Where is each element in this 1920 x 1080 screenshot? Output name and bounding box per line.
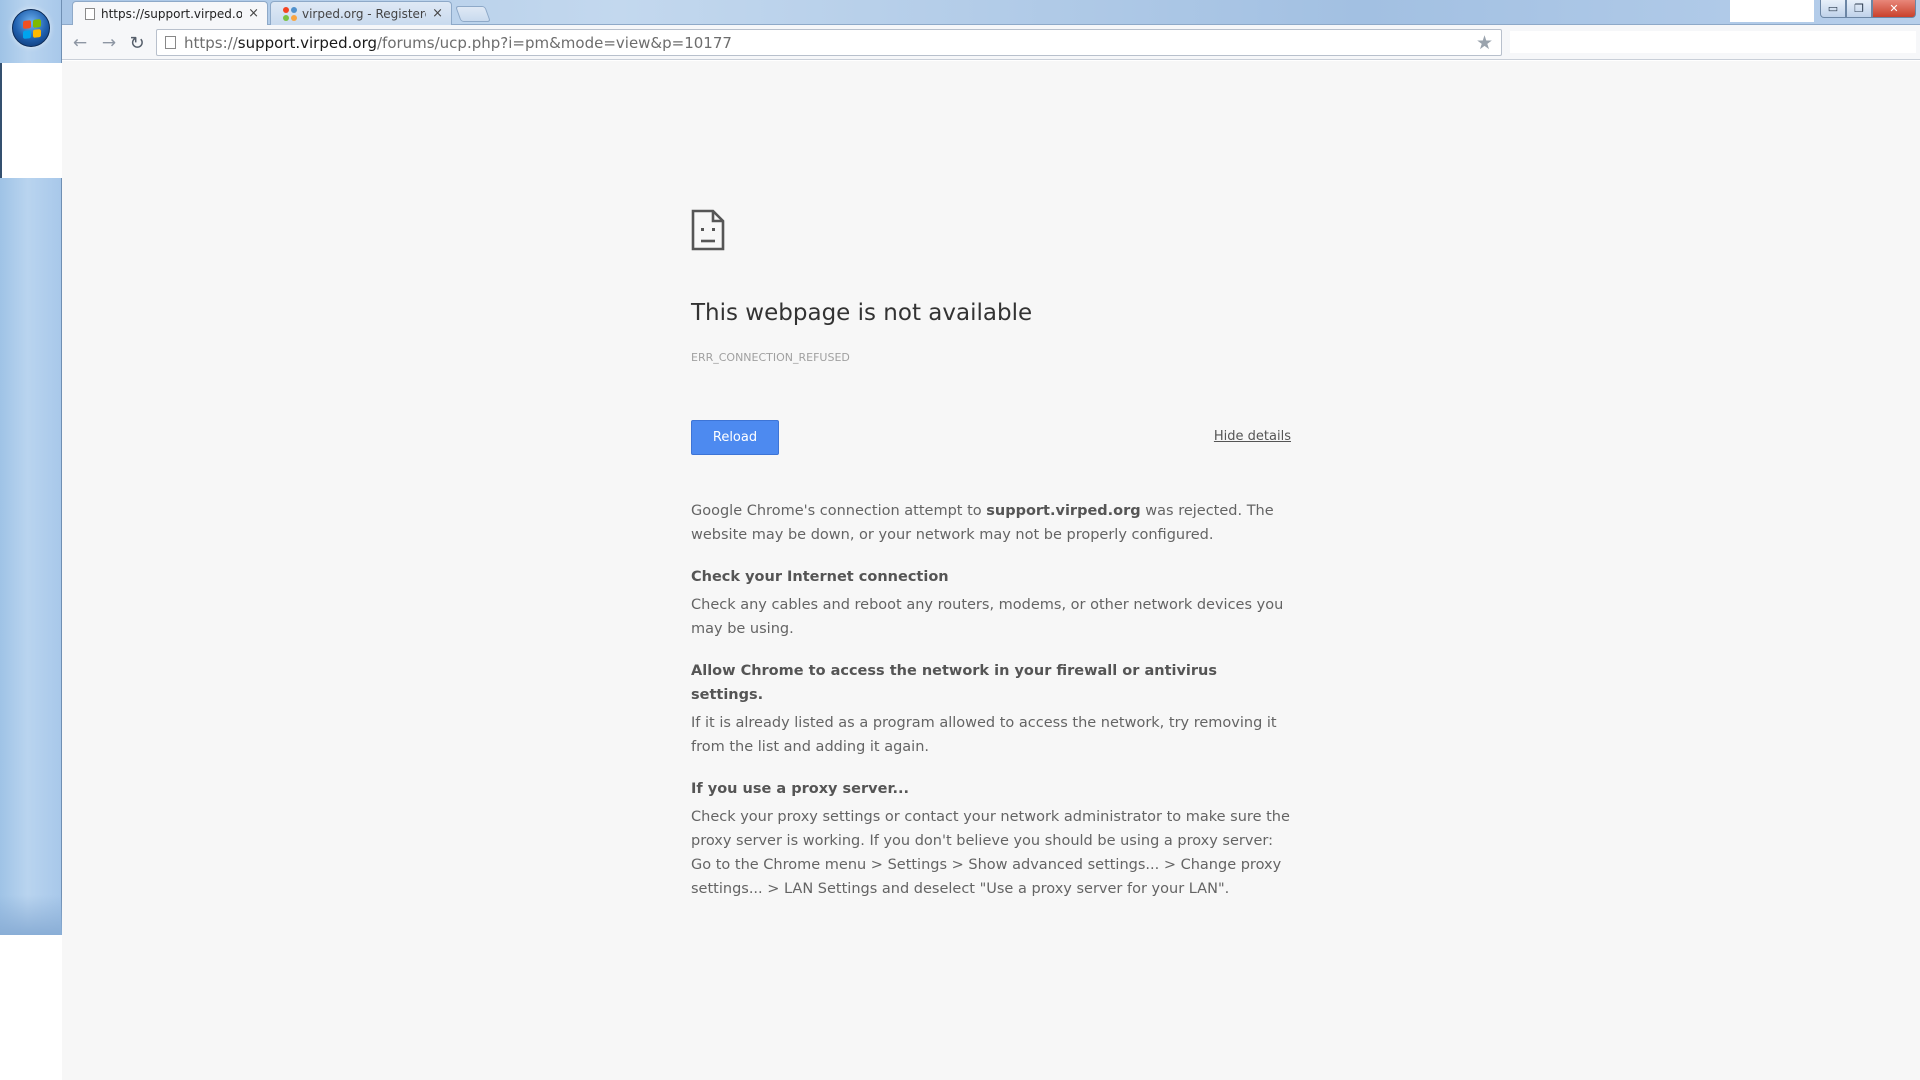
section-body-internet: Check any cables and reboot any routers,… [691,597,1284,637]
tab-close-icon[interactable]: × [432,6,443,21]
error-intro: Google Chrome's connection attempt to su… [691,503,1274,543]
joomla-favicon-icon [283,6,297,21]
windows-start-button[interactable] [12,9,50,47]
window-controls: ▭ ❐ ✕ [1820,0,1916,18]
section-body-proxy: Check your proxy settings or contact you… [691,809,1290,897]
tab-close-icon[interactable]: × [248,6,259,21]
section-body-firewall: If it is already listed as a program all… [691,715,1277,755]
sad-page-icon [691,209,725,251]
minimize-button[interactable]: ▭ [1820,0,1846,18]
address-bar[interactable]: https://support.virped.org/forums/ucp.ph… [156,29,1502,56]
section-heading-firewall: Allow Chrome to access the network in yo… [691,663,1217,703]
windows-logo-icon [23,19,41,39]
page-icon [85,7,95,20]
url-path: /forums/ucp.php?i=pm&mode=view&p=10177 [377,33,732,52]
error-title: This webpage is not available [691,300,1033,326]
tab-strip: https://support.virped.org × virped.org … [62,0,1920,25]
section-heading-proxy: If you use a proxy server... [691,781,910,797]
back-button[interactable]: ← [68,31,92,55]
forward-button[interactable]: → [97,31,121,55]
browser-toolbar: ← → ↻ https://support.virped.org/forums/… [62,25,1920,60]
browser-window: https://support.virped.org × virped.org … [62,0,1920,1080]
windows-taskbar [0,0,62,935]
url-scheme: https:// [184,33,238,52]
reload-button[interactable]: Reload [691,420,779,455]
hide-details-link[interactable]: Hide details [1214,429,1291,444]
page-icon [165,36,176,49]
restore-button[interactable]: ❐ [1846,0,1872,18]
error-details: Google Chrome's connection attempt to su… [691,499,1291,919]
page-content: This webpage is not available ERR_CONNEC… [62,61,1920,1080]
section-heading-internet: Check your Internet connection [691,569,949,585]
tab-active[interactable]: https://support.virped.org × [72,1,268,25]
url-host: support.virped.org [237,33,377,52]
new-tab-button[interactable] [455,6,491,22]
tab-title: virped.org - Registered at [302,6,426,21]
tab-inactive[interactable]: virped.org - Registered at × [270,1,452,25]
reload-icon[interactable]: ↻ [125,31,149,55]
error-code: ERR_CONNECTION_REFUSED [691,351,850,364]
close-window-button[interactable]: ✕ [1872,0,1916,18]
tab-title: https://support.virped.org [101,6,243,21]
taskbar-window-thumbnail[interactable] [0,63,62,178]
profile-area [1730,0,1814,22]
toolbar-extension-area [1510,31,1916,53]
bookmark-star-icon[interactable]: ★ [1476,32,1493,54]
